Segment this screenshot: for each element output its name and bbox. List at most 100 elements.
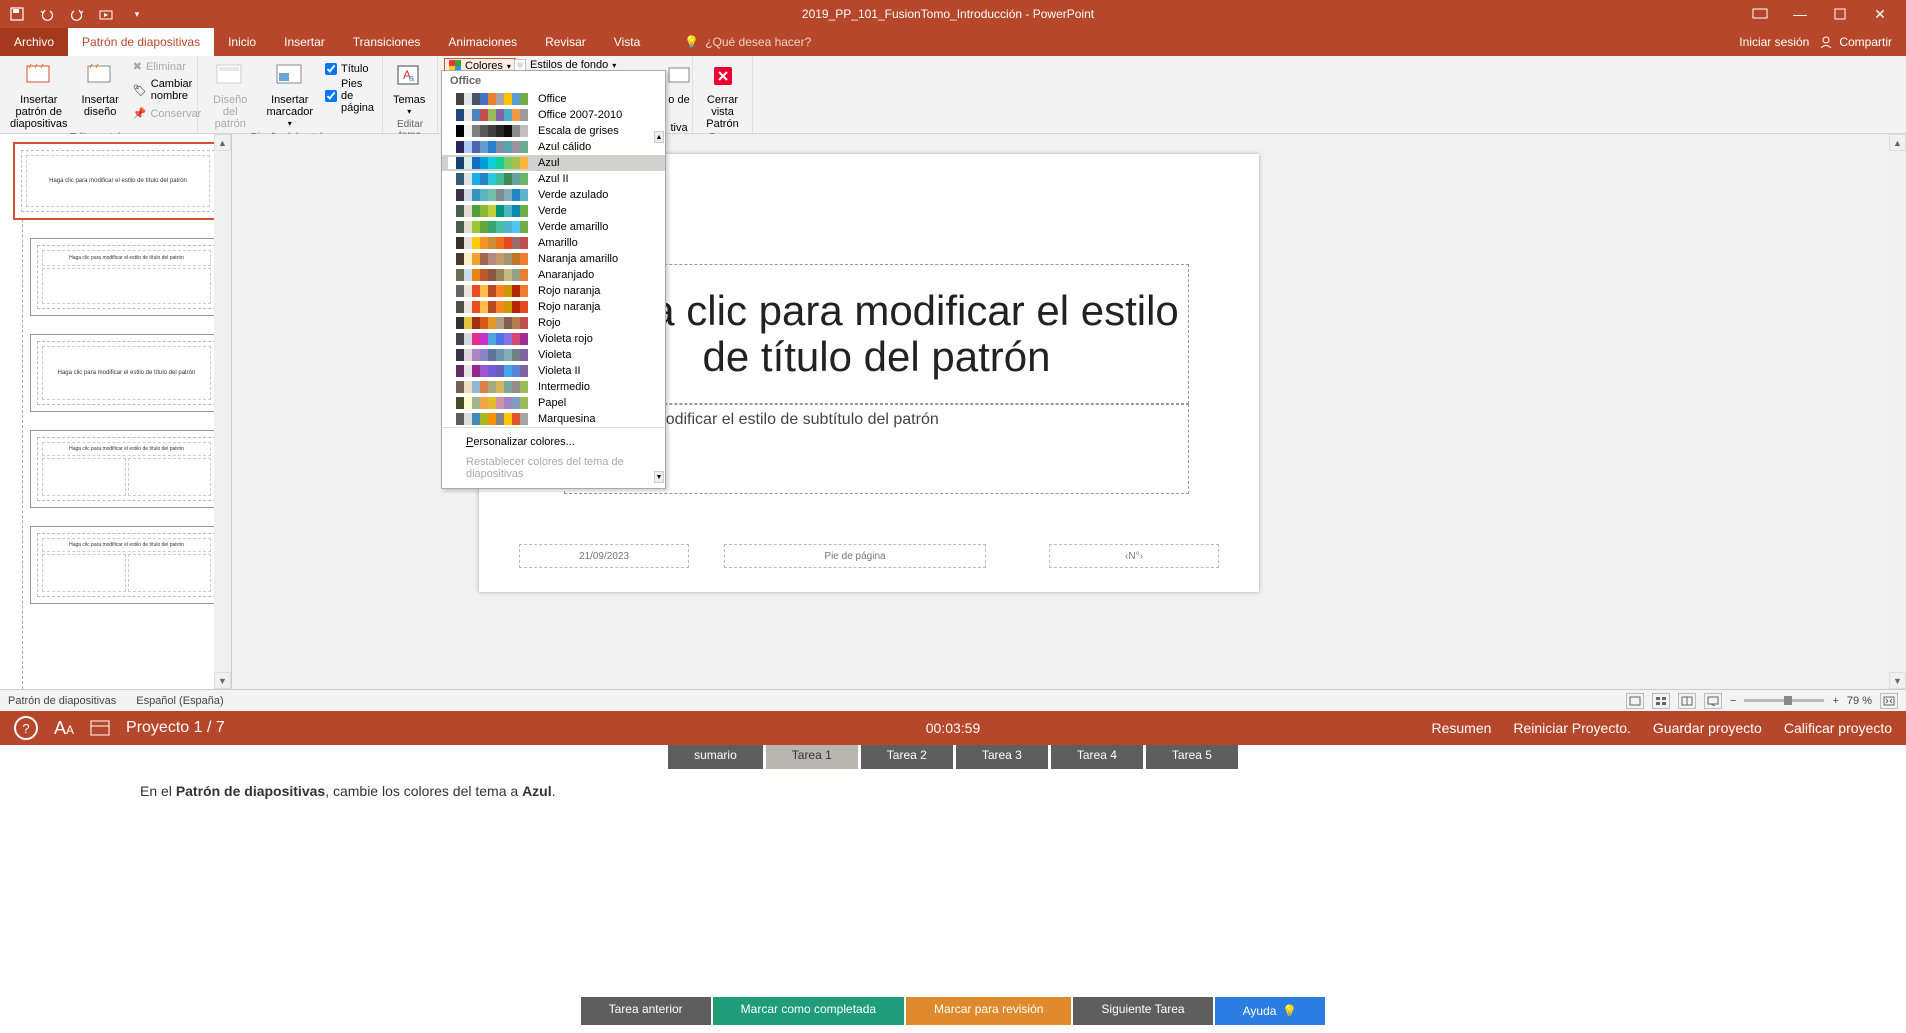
color-theme-office[interactable]: Office [442,91,665,107]
color-theme-office-2007-2010[interactable]: Office 2007-2010 [442,107,665,123]
color-theme-anaranjado[interactable]: Anaranjado [442,267,665,283]
colors-dropdown-menu: Office OfficeOffice 2007-2010Escala de g… [441,70,666,489]
slidenumber-placeholder[interactable]: ‹N°› [1049,544,1219,568]
grade-project-link[interactable]: Calificar proyecto [1784,720,1892,736]
color-theme-rojo[interactable]: Rojo [442,315,665,331]
save-project-link[interactable]: Guardar proyecto [1653,720,1762,736]
tab-insert[interactable]: Insertar [270,28,339,56]
tab-review[interactable]: Revisar [531,28,600,56]
next-task-button[interactable]: Siguiente Tarea [1073,997,1212,1025]
close-icon[interactable]: ✕ [1870,4,1890,24]
font-size-icon[interactable]: AA [54,718,74,739]
task-tab-5[interactable]: Tarea 5 [1146,745,1238,769]
tab-home[interactable]: Inicio [214,28,270,56]
color-theme-naranja-amarillo[interactable]: Naranja amarillo [442,251,665,267]
color-theme-verde[interactable]: Verde [442,203,665,219]
layout-thumbnail-1[interactable]: Haga clic para modificar el estilo de tí… [30,238,223,316]
color-theme-verde-azulado[interactable]: Verde azulado [442,187,665,203]
help-button[interactable]: Ayuda💡 [1215,997,1326,1025]
task-tab-4[interactable]: Tarea 4 [1051,745,1143,769]
start-from-beginning-icon[interactable] [98,5,116,23]
color-theme-violeta-ii[interactable]: Violeta II [442,363,665,379]
mark-review-button[interactable]: Marcar para revisión [906,997,1071,1025]
color-theme-violeta-rojo[interactable]: Violeta rojo [442,331,665,347]
task-tab-0[interactable]: sumario [668,745,763,769]
scroll-up-icon[interactable]: ▲ [214,134,231,151]
zoom-out[interactable]: − [1730,695,1736,707]
timer: 00:03:59 [926,720,981,736]
tab-view[interactable]: Vista [600,28,654,56]
title-checkbox[interactable]: Título [323,62,376,76]
color-theme-verde-amarillo[interactable]: Verde amarillo [442,219,665,235]
scroll-down-icon[interactable]: ▼ [214,672,231,689]
zoom-level[interactable]: 79 % [1847,695,1872,707]
help-icon[interactable]: ? [14,716,38,740]
tab-file[interactable]: Archivo [0,28,68,56]
undo-icon[interactable] [38,5,56,23]
slideshow-view-icon[interactable] [1704,693,1722,709]
tab-slidemaster[interactable]: Patrón de diapositivas [68,28,214,56]
display-options-icon[interactable] [1750,4,1770,24]
color-theme-escala-de-grises[interactable]: Escala de grises [442,123,665,139]
canvas-scroll-down[interactable]: ▼ [1889,672,1906,689]
zoom-in[interactable]: + [1832,695,1838,707]
master-thumbnail[interactable]: Haga clic para modificar el estilo de tí… [13,142,223,220]
tab-animations[interactable]: Animaciones [434,28,531,56]
login-link[interactable]: Iniciar sesión [1739,35,1809,49]
task-tab-3[interactable]: Tarea 3 [956,745,1048,769]
dd-scroll-up[interactable]: ▲ [654,131,664,143]
rename-button[interactable]: 🏷Cambiar nombre [129,76,205,104]
color-theme-amarillo[interactable]: Amarillo [442,235,665,251]
restart-link[interactable]: Reiniciar Proyecto. [1513,720,1631,736]
themes-button[interactable]: Aa Temas▾ [389,58,429,119]
status-language[interactable]: Español (España) [136,695,223,707]
mark-complete-button[interactable]: Marcar como completada [713,997,904,1025]
slidemaster-icon [23,60,55,92]
insert-placeholder-button[interactable]: Insertar marcador▾ [263,58,317,131]
color-theme-azul-ii[interactable]: Azul II [442,171,665,187]
canvas-scroll-up[interactable]: ▲ [1889,134,1906,151]
color-theme-azul[interactable]: Azul [442,155,665,171]
zoom-slider[interactable] [1744,699,1824,702]
tab-transitions[interactable]: Transiciones [339,28,435,56]
tell-me-search[interactable]: 💡 ¿Qué desea hacer? [674,28,821,56]
customize-colors[interactable]: Personalizar colores... [442,432,665,452]
insert-layout-button[interactable]: Insertar diseño [77,58,122,120]
normal-view-icon[interactable] [1626,693,1644,709]
insert-slidemaster-button[interactable]: Insertar patrón de diapositivas [6,58,71,132]
sorter-view-icon[interactable] [1652,693,1670,709]
qat-customize-icon[interactable]: ▾ [128,5,146,23]
date-placeholder[interactable]: 21/09/2023 [519,544,689,568]
color-theme-violeta[interactable]: Violeta [442,347,665,363]
color-theme-azul-cálido[interactable]: Azul cálido [442,139,665,155]
color-theme-rojo-naranja[interactable]: Rojo naranja [442,283,665,299]
task-tab-2[interactable]: Tarea 2 [861,745,953,769]
share-button[interactable]: Compartir [1819,35,1892,49]
color-theme-marquesina[interactable]: Marquesina [442,411,665,427]
color-theme-papel[interactable]: Papel [442,395,665,411]
footers-checkbox[interactable]: Pies de página [323,77,376,115]
footer-placeholder[interactable]: Pie de página [724,544,986,568]
fit-to-window-icon[interactable] [1880,693,1898,709]
maximize-icon[interactable] [1830,4,1850,24]
color-theme-intermedio[interactable]: Intermedio [442,379,665,395]
color-theme-rojo-naranja[interactable]: Rojo naranja [442,299,665,315]
task-tab-1[interactable]: Tarea 1 [766,745,858,769]
master-layout-button: Diseño del patrón [204,58,257,132]
minimize-icon[interactable]: — [1790,4,1810,24]
canvas-vscrollbar[interactable]: ▲ ▼ [1889,134,1906,689]
summary-link[interactable]: Resumen [1431,720,1491,736]
layout-thumbnail-4[interactable]: Haga clic para modificar el estilo de tí… [30,526,223,604]
preserve-icon: 📌 [133,107,147,120]
thumbs-scrollbar[interactable]: ▲ ▼ [214,134,231,689]
layout-thumbnail-2[interactable]: Haga clic para modificar el estilo de tí… [30,334,223,412]
reading-view-icon[interactable] [1678,693,1696,709]
layout-thumbnail-3[interactable]: Haga clic para modificar el estilo de tí… [30,430,223,508]
prev-task-button[interactable]: Tarea anterior [581,997,711,1025]
dd-scroll-down[interactable]: ▼ [654,471,664,483]
save-icon[interactable] [8,5,26,23]
redo-icon[interactable] [68,5,86,23]
close-master-button[interactable]: Cerrar vista Patrón [699,58,746,132]
panel-icon[interactable] [90,720,110,736]
close-master-icon [707,60,739,92]
